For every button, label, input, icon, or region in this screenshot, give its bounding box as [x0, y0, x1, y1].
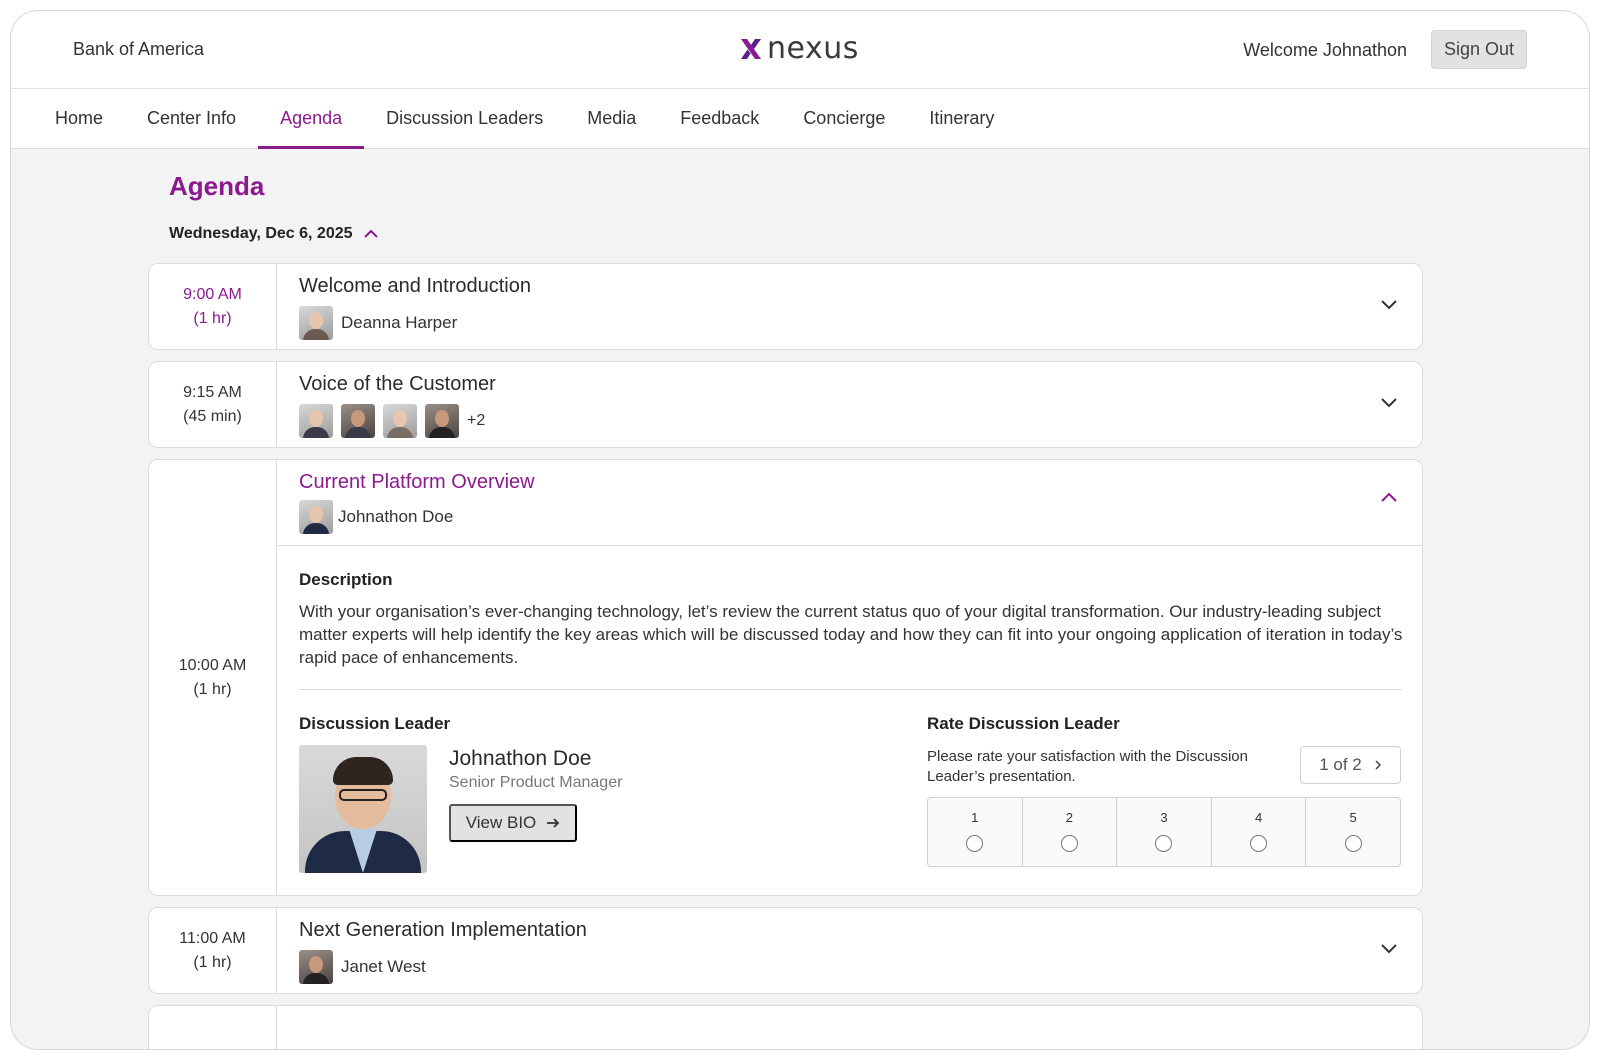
presenter-row: Janet West: [299, 950, 426, 984]
avatar: [299, 500, 333, 534]
session-title: Next Generation Implementation: [299, 919, 587, 941]
sign-out-button[interactable]: Sign Out: [1431, 30, 1527, 69]
session-title: Current Platform Overview: [299, 471, 535, 493]
discussion-leader-label: Discussion Leader: [299, 714, 451, 733]
nav-media[interactable]: Media: [565, 89, 658, 148]
presenter-name: Janet West: [341, 957, 426, 976]
session-card-expanded: 10:00 AM (1 hr) Current Platform Overvie…: [148, 459, 1423, 896]
logo-wordmark: nexus: [767, 31, 859, 66]
rate-description: Please rate your satisfaction with the D…: [927, 748, 1248, 785]
presenter-name: Johnathon Doe: [338, 507, 454, 526]
session-time: 9:00 AM (1 hr): [149, 264, 277, 349]
chevron-down-icon[interactable]: [1380, 396, 1398, 408]
view-bio-button[interactable]: View BIO: [449, 804, 577, 842]
session-time: [149, 1006, 277, 1049]
rating-radio[interactable]: [1250, 835, 1268, 852]
session-time: 9:15 AM (45 min): [149, 362, 277, 447]
view-bio-label: View BIO: [465, 813, 537, 832]
session-card[interactable]: [148, 1005, 1423, 1049]
more-presenters-count: +2: [467, 412, 486, 429]
main-nav: Home Center Info Agenda Discussion Leade…: [11, 89, 1589, 149]
session-start-time: 9:00 AM: [183, 285, 242, 303]
rating-radio[interactable]: [1155, 835, 1173, 852]
rating-option[interactable]: 3: [1117, 798, 1212, 866]
nexus-x-icon: [741, 38, 761, 59]
nav-center-info[interactable]: Center Info: [125, 89, 258, 148]
presenter-row: Johnathon Doe: [299, 500, 453, 534]
presenter-name: Deanna Harper: [341, 313, 458, 332]
avatar: [425, 404, 459, 438]
rating-value: 5: [1349, 810, 1357, 825]
arrow-right-icon: [547, 818, 560, 828]
session-card[interactable]: 11:00 AM (1 hr) Next Generation Implemen…: [148, 907, 1423, 994]
session-card[interactable]: 9:00 AM (1 hr) Welcome and Introduction …: [148, 263, 1423, 350]
avatar: [299, 404, 333, 438]
avatar: [341, 404, 375, 438]
session-start-time: 10:00 AM: [178, 656, 247, 674]
presenter-avatars: +2: [299, 404, 485, 438]
page-title: Agenda: [169, 171, 265, 201]
session-title: Voice of the Customer: [299, 373, 496, 395]
rating-value: 2: [1065, 810, 1073, 825]
session-duration: (1 hr): [193, 309, 232, 327]
agenda-date: Wednesday, Dec 6, 2025: [169, 225, 353, 242]
session-time: 11:00 AM (1 hr): [149, 908, 277, 993]
chevron-right-icon[interactable]: [1374, 759, 1382, 771]
rating-value: 3: [1160, 810, 1168, 825]
nav-home[interactable]: Home: [33, 89, 125, 148]
welcome-text: Welcome Johnathon: [1243, 40, 1407, 60]
nav-itinerary[interactable]: Itinerary: [907, 89, 1016, 148]
session-description: With your organisation’s ever-changing t…: [299, 602, 1403, 667]
rating-option[interactable]: 4: [1212, 798, 1307, 866]
session-duration: (45 min): [183, 407, 242, 425]
nexus-logo[interactable]: nexus: [739, 31, 859, 66]
rating-scale: 1 2 3 4 5: [927, 797, 1401, 867]
rating-radio[interactable]: [1060, 835, 1078, 852]
avatar: [299, 306, 333, 340]
description-label: Description: [299, 570, 393, 589]
leader-name: Johnathon Doe: [449, 747, 592, 770]
client-name: Bank of America: [73, 39, 205, 59]
leader-role: Senior Product Manager: [449, 774, 623, 791]
avatar: [383, 404, 417, 438]
session-start-time: 9:15 AM: [183, 383, 242, 401]
rating-option[interactable]: 2: [1023, 798, 1118, 866]
session-start-time: 11:00 AM: [179, 929, 246, 947]
session-duration: (1 hr): [193, 680, 232, 698]
top-header: Bank of America nexus Welcome Johnathon …: [11, 11, 1589, 89]
nav-concierge[interactable]: Concierge: [781, 89, 907, 148]
nav-agenda[interactable]: Agenda: [258, 89, 365, 149]
session-duration: (1 hr): [193, 953, 232, 971]
presenter-row: Deanna Harper: [299, 306, 457, 340]
session-time: 10:00 AM (1 hr): [149, 460, 277, 895]
avatar: [299, 950, 333, 984]
leader-photo: [299, 745, 427, 873]
chevron-down-icon[interactable]: [1380, 942, 1398, 954]
chevron-down-icon[interactable]: [1380, 298, 1398, 310]
app-window: Bank of America nexus Welcome Johnathon …: [10, 10, 1590, 1050]
rating-option[interactable]: 5: [1306, 798, 1400, 866]
chevron-up-icon[interactable]: [1380, 492, 1398, 504]
session-title: Welcome and Introduction: [299, 275, 531, 297]
rating-pager[interactable]: 1 of 2: [1300, 746, 1401, 784]
date-header[interactable]: Wednesday, Dec 6, 2025: [169, 225, 379, 243]
rating-radio[interactable]: [966, 835, 984, 852]
chevron-up-icon[interactable]: [363, 228, 379, 240]
nav-discussion-leaders[interactable]: Discussion Leaders: [364, 89, 565, 148]
pager-text: 1 of 2: [1319, 755, 1362, 774]
rating-value: 4: [1254, 810, 1263, 825]
rating-option[interactable]: 1: [928, 798, 1023, 866]
rating-radio[interactable]: [1344, 835, 1362, 852]
rating-value: 1: [971, 810, 979, 825]
session-card[interactable]: 9:15 AM (45 min) Voice of the Customer +…: [148, 361, 1423, 448]
nav-feedback[interactable]: Feedback: [658, 89, 781, 148]
divider: [299, 689, 1402, 690]
rate-leader-label: Rate Discussion Leader: [927, 714, 1120, 733]
session-header[interactable]: Current Platform Overview Johnathon Doe: [277, 460, 1422, 546]
